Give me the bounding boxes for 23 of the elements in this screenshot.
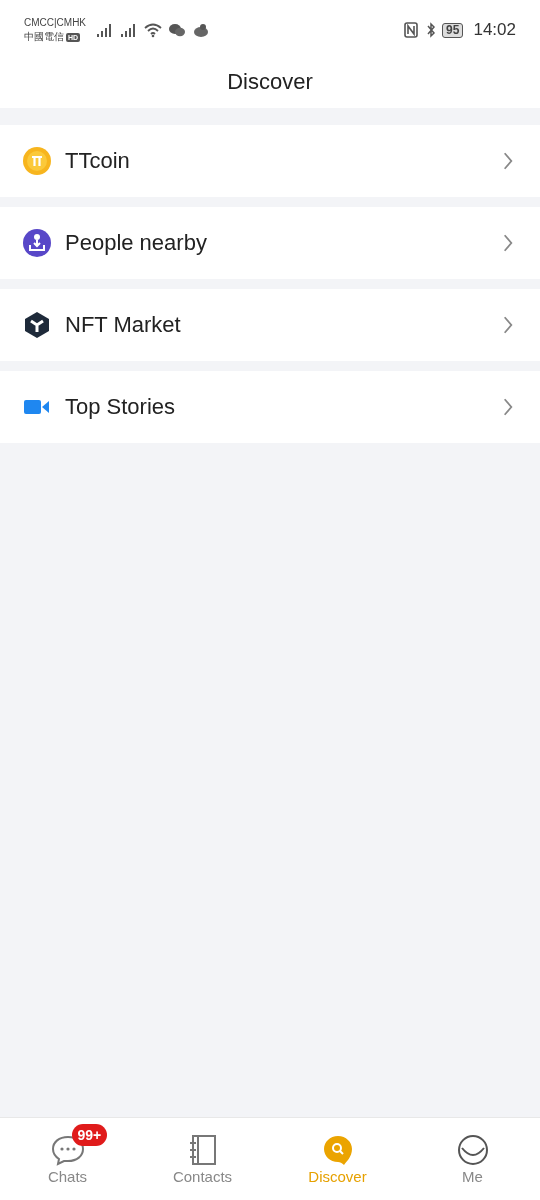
hexagon-icon [22, 310, 52, 340]
chevron-right-icon [502, 233, 514, 253]
chevron-right-icon [502, 151, 514, 171]
carrier-name: CMCC|CMHK [24, 16, 87, 30]
chevron-right-icon [502, 315, 514, 335]
bluetooth-icon [426, 22, 437, 38]
menu-item[interactable]: NFT Market [0, 289, 540, 361]
menu-item[interactable]: TTcoin [0, 125, 540, 197]
battery-indicator: 95 [442, 22, 464, 38]
carrier-name: 中國電信 [24, 30, 64, 44]
tab-bar-item[interactable]: Contacts [135, 1118, 270, 1200]
coin-icon [22, 146, 52, 176]
chevron-right-icon [502, 397, 514, 417]
menu-item[interactable]: People nearby [0, 207, 540, 279]
chat-bubbles-icon [168, 22, 187, 38]
wifi-icon [144, 22, 163, 38]
clock-time: 14:02 [473, 20, 516, 40]
unread-badge: 99+ [71, 1123, 108, 1146]
page-title: Discover [227, 69, 313, 95]
tab-bar-item[interactable]: 99+ Chats [0, 1118, 135, 1200]
menu-item[interactable]: Top Stories [0, 371, 540, 443]
nfc-icon [402, 22, 421, 38]
tab-bar-item[interactable]: Me [405, 1118, 540, 1200]
